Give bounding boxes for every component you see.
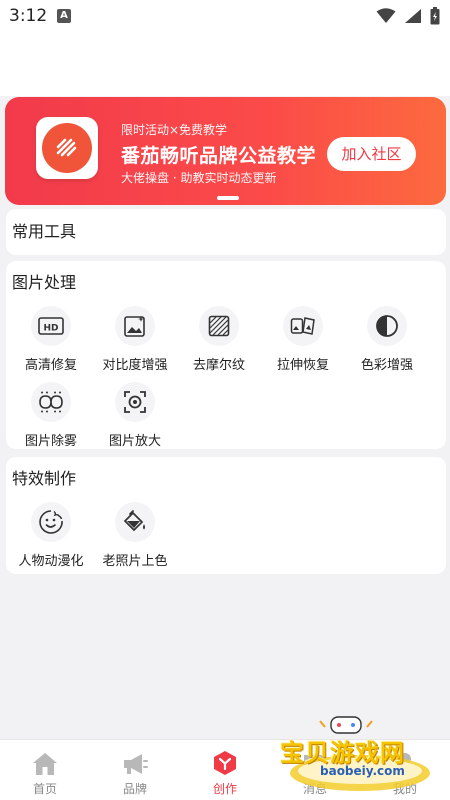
nav-item-home[interactable]: 首页 (0, 740, 90, 800)
tool-label: 色彩增强 (360, 358, 413, 373)
tool-colorize-old-photo[interactable]: 老照片上色 (90, 502, 180, 569)
banner-description: 大佬操盘 · 助教实时动态更新 (121, 171, 277, 185)
common-tools-card: 常用工具 (6, 209, 446, 255)
home-icon (0, 740, 90, 776)
create-icon (180, 740, 270, 776)
image-processing-card: 图片处理 HD 高清修复 对比度增强 去摩尔纹 拉伸恢复 色彩增强 图片除雾 图… (6, 261, 446, 449)
tool-defog[interactable]: 图片除雾 (6, 382, 96, 449)
watermark-title: 宝贝游戏网 (280, 739, 405, 767)
signal-icon (405, 9, 421, 23)
tool-label: 拉伸恢复 (276, 358, 329, 373)
tool-color-enhance[interactable]: 色彩增强 (342, 306, 432, 373)
banner-subtitle: 限时活动×免费教学 (121, 123, 228, 137)
wifi-icon (376, 8, 396, 23)
paint-bucket-icon (115, 502, 155, 542)
nav-label-home: 首页 (32, 782, 57, 796)
svg-text:HD: HD (43, 324, 58, 334)
nav-item-create[interactable]: 创作 (180, 740, 270, 800)
site-watermark: 宝贝游戏网 baobeiy.com (268, 711, 440, 797)
tool-label: 图片除雾 (24, 434, 77, 449)
nav-item-brand[interactable]: 品牌 (90, 740, 180, 800)
anime-face-icon (31, 502, 71, 542)
color-contrast-icon (367, 306, 407, 346)
tool-label: 去摩尔纹 (192, 358, 245, 373)
join-community-button[interactable]: 加入社区 (327, 137, 416, 171)
tool-remove-moire[interactable]: 去摩尔纹 (174, 306, 264, 373)
section-title-image-processing: 图片处理 (12, 273, 77, 292)
header-area (0, 34, 450, 96)
nav-label-create: 创作 (212, 782, 237, 796)
zoom-icon (115, 382, 155, 422)
moire-icon (199, 306, 239, 346)
status-bar: 3:12 A (0, 0, 450, 34)
watermark-url: baobeiy.com (320, 764, 405, 778)
promo-banner[interactable]: 限时活动×免费教学 番茄畅听品牌公益教学 大佬操盘 · 助教实时动态更新 加入社… (5, 97, 446, 205)
nav-label-brand: 品牌 (122, 782, 147, 796)
tool-label: 老照片上色 (102, 554, 168, 569)
banner-title: 番茄畅听品牌公益教学 (121, 145, 317, 167)
status-icons (376, 7, 440, 25)
tool-label: 图片放大 (108, 434, 161, 449)
section-title-common-tools: 常用工具 (12, 222, 77, 241)
effects-card: 特效制作 人物动漫化 老照片上色 (6, 457, 446, 574)
notification-icon: A (57, 9, 71, 23)
megaphone-icon (90, 740, 180, 776)
tool-label: 对比度增强 (102, 358, 168, 373)
battery-icon (430, 7, 440, 25)
tool-label: 高清修复 (24, 358, 77, 373)
section-title-effects: 特效制作 (12, 469, 77, 488)
tool-hd-repair[interactable]: HD 高清修复 (6, 306, 96, 373)
defog-icon (31, 382, 71, 422)
status-time: 3:12 (9, 6, 48, 26)
tool-label: 人物动漫化 (18, 554, 84, 569)
tool-enlarge[interactable]: 图片放大 (90, 382, 180, 449)
tool-stretch-restore[interactable]: 拉伸恢复 (258, 306, 348, 373)
tomato-app-icon (36, 117, 98, 179)
image-contrast-icon (115, 306, 155, 346)
tool-anime-portrait[interactable]: 人物动漫化 (6, 502, 96, 569)
tool-contrast-enhance[interactable]: 对比度增强 (90, 306, 180, 373)
hd-icon: HD (31, 306, 71, 346)
stretch-icon (283, 306, 323, 346)
banner-page-indicator (217, 196, 239, 200)
